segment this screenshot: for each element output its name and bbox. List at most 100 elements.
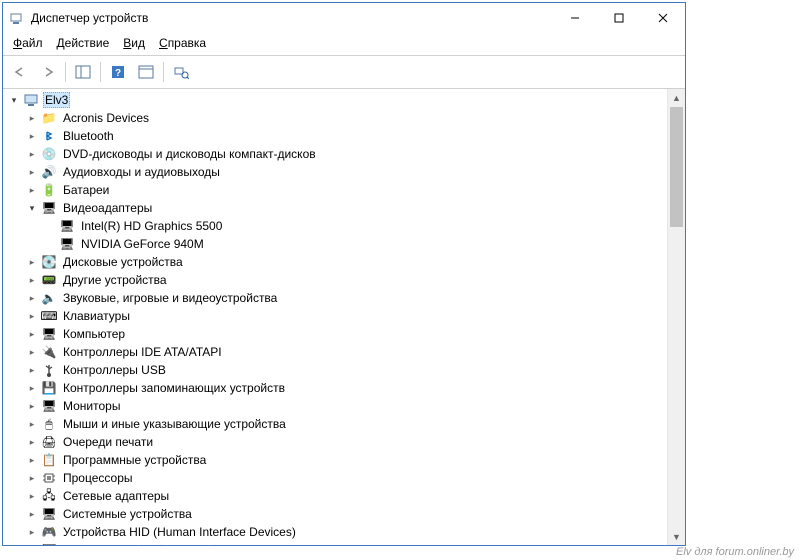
category-icon: 📟 [41, 272, 57, 288]
expand-icon[interactable]: ▸ [25, 327, 39, 341]
expand-icon[interactable]: ▸ [25, 345, 39, 359]
category-label: Bluetooth [61, 129, 116, 143]
tree-category[interactable]: ▸🔋Батареи [7, 181, 667, 199]
menu-view[interactable]: Вид [117, 34, 151, 52]
tree-category[interactable]: ▸📟Другие устройства [7, 271, 667, 289]
device-label: Intel(R) HD Graphics 5500 [79, 219, 224, 233]
category-icon: 🔋 [41, 182, 57, 198]
properties-button[interactable] [133, 60, 159, 84]
scroll-up-arrow[interactable]: ▲ [668, 89, 685, 106]
expand-icon[interactable]: ▸ [25, 363, 39, 377]
category-label: Видеоадаптеры [61, 201, 154, 215]
tree-category[interactable]: ▸💾Контроллеры запоминающих устройств [7, 379, 667, 397]
category-label: Контроллеры IDE ATA/ATAPI [61, 345, 224, 359]
category-label: Звуковые, игровые и видеоустройства [61, 291, 279, 305]
category-icon: 🖥 [41, 326, 57, 342]
tree-device[interactable]: 🖥Intel(R) HD Graphics 5500 [7, 217, 667, 235]
tree-category[interactable]: ▸🖨Очереди печати [7, 433, 667, 451]
tree-category[interactable]: ▸🖱Мыши и иные указывающие устройства [7, 415, 667, 433]
back-button[interactable] [7, 60, 33, 84]
category-label: Контроллеры запоминающих устройств [61, 381, 287, 395]
expand-icon[interactable]: ▸ [25, 507, 39, 521]
vertical-scrollbar[interactable]: ▲ ▼ [667, 89, 685, 545]
category-icon: 🔊 [41, 164, 57, 180]
expand-icon[interactable]: ▸ [25, 165, 39, 179]
expand-icon[interactable]: ▸ [25, 381, 39, 395]
category-label: Аудиовходы и аудиовыходы [61, 165, 222, 179]
toolbar: ? [3, 56, 685, 89]
expand-icon[interactable]: ▸ [25, 471, 39, 485]
category-label: Очереди печати [61, 435, 155, 449]
category-icon: 🖼 [41, 542, 57, 545]
category-label: Дисковые устройства [61, 255, 185, 269]
close-button[interactable] [641, 3, 685, 33]
expand-icon[interactable]: ▸ [25, 417, 39, 431]
tree-category[interactable]: ▸🔊 Аудиовходы и аудиовыходы [7, 163, 667, 181]
expand-icon[interactable]: ▸ [25, 291, 39, 305]
expand-icon[interactable]: ▸ [25, 183, 39, 197]
scroll-down-arrow[interactable]: ▼ [668, 528, 685, 545]
category-icon: 🖥 [41, 200, 57, 216]
category-label: DVD-дисководы и дисководы компакт-дисков [61, 147, 318, 161]
menu-file[interactable]: Файл [7, 34, 49, 52]
category-icon: 📋 [41, 452, 57, 468]
tree-category[interactable]: ▸ Bluetooth [7, 127, 667, 145]
svg-text:?: ? [115, 68, 121, 79]
category-icon: 💿 [41, 146, 57, 162]
expand-icon[interactable]: ▸ [25, 435, 39, 449]
category-icon: 🖥 [41, 506, 57, 522]
scan-hardware-button[interactable] [168, 60, 194, 84]
app-icon [9, 10, 25, 26]
tree-category[interactable]: ▸💿 DVD-дисководы и дисководы компакт-диск… [7, 145, 667, 163]
collapse-icon[interactable]: ▾ [25, 201, 39, 215]
category-icon [41, 470, 57, 486]
tree-category[interactable]: ▸💽Дисковые устройства [7, 253, 667, 271]
menu-help[interactable]: Справка [153, 34, 212, 52]
help-button[interactable]: ? [105, 60, 131, 84]
expand-icon[interactable]: ▸ [25, 111, 39, 125]
expand-icon[interactable]: ▸ [25, 525, 39, 539]
expand-icon[interactable]: ▸ [25, 453, 39, 467]
expand-icon[interactable]: ▸ [25, 309, 39, 323]
tree-category[interactable]: ▸📁Acronis Devices [7, 109, 667, 127]
tree-category[interactable]: ▸Процессоры [7, 469, 667, 487]
category-icon: 📁 [41, 110, 57, 126]
titlebar: Диспетчер устройств [3, 3, 685, 33]
computer-icon [23, 92, 39, 108]
tree-category[interactable]: ▸⌨Клавиатуры [7, 307, 667, 325]
tree-category[interactable]: ▾🖥 Видеоадаптеры [7, 199, 667, 217]
category-label: Контроллеры USB [61, 363, 168, 377]
tree-category[interactable]: ▸ Контроллеры USB [7, 361, 667, 379]
tree-category[interactable]: ▸🖥Системные устройства [7, 505, 667, 523]
forward-button[interactable] [35, 60, 61, 84]
minimize-button[interactable] [553, 3, 597, 33]
tree-device[interactable]: 🖥NVIDIA GeForce 940M [7, 235, 667, 253]
expand-icon[interactable]: ▸ [25, 273, 39, 287]
collapse-icon[interactable]: ▾ [7, 93, 21, 107]
menu-action[interactable]: Действие [51, 34, 116, 52]
tree-root[interactable]: ▾ Elv3 [7, 91, 667, 109]
tree-category[interactable]: ▸📋Программные устройства [7, 451, 667, 469]
tree-category[interactable]: ▸🖼Устройства обработки изображений [7, 541, 667, 545]
category-icon: 🖥 [41, 398, 57, 414]
show-hide-tree-button[interactable] [70, 60, 96, 84]
expand-icon[interactable]: ▸ [25, 489, 39, 503]
tree-category[interactable]: ▸🔌 Контроллеры IDE ATA/ATAPI [7, 343, 667, 361]
expand-icon[interactable]: ▸ [25, 129, 39, 143]
tree-category[interactable]: ▸🎮Устройства HID (Human Interface Device… [7, 523, 667, 541]
scroll-thumb[interactable] [670, 107, 683, 227]
expand-icon[interactable]: ▸ [25, 399, 39, 413]
tree-category[interactable]: ▸🔈Звуковые, игровые и видеоустройства [7, 289, 667, 307]
tree-root-label: Elv3 [43, 92, 70, 108]
tree-category[interactable]: ▸🖧Сетевые адаптеры [7, 487, 667, 505]
expand-icon[interactable]: ▸ [25, 147, 39, 161]
category-label: Мониторы [61, 399, 122, 413]
expand-icon[interactable]: ▸ [25, 543, 39, 545]
category-icon: 🔌 [41, 344, 57, 360]
category-label: Устройства HID (Human Interface Devices) [61, 525, 298, 539]
tree-category[interactable]: ▸🖥 Мониторы [7, 397, 667, 415]
maximize-button[interactable] [597, 3, 641, 33]
expand-icon[interactable]: ▸ [25, 255, 39, 269]
tree-category[interactable]: ▸🖥Компьютер [7, 325, 667, 343]
device-tree[interactable]: ▾Elv3▸📁Acronis Devices▸Bluetooth▸💿DVD-ди… [3, 89, 667, 545]
